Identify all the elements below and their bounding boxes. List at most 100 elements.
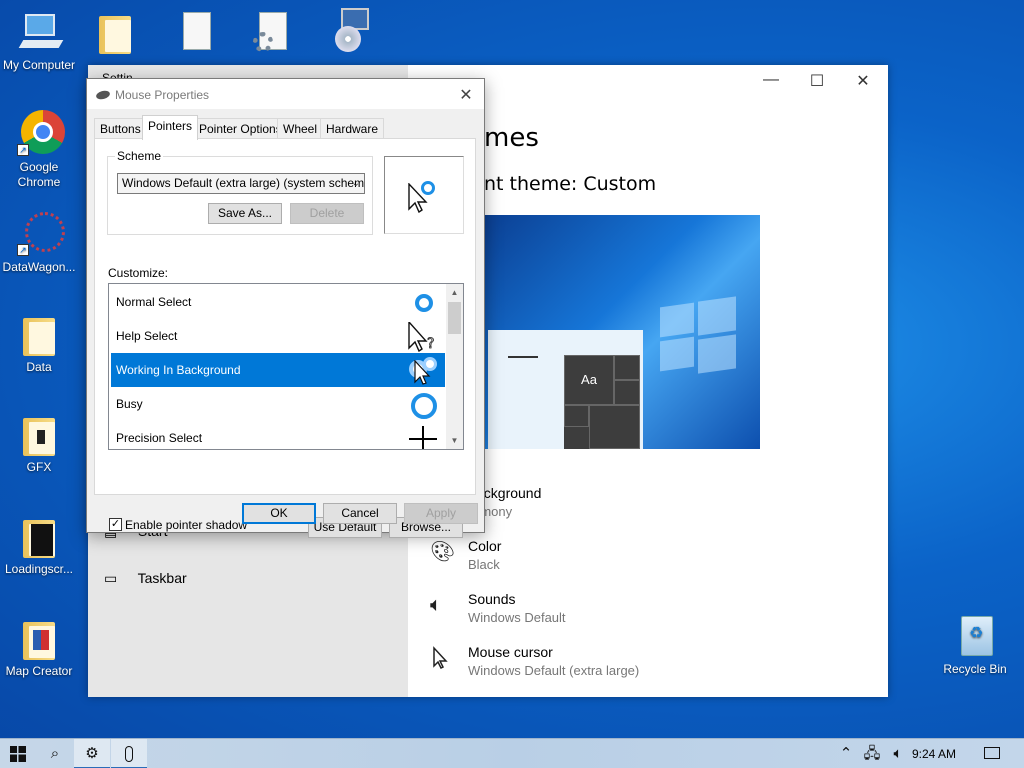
chevron-up-icon[interactable]: ⌃ bbox=[834, 739, 858, 768]
search-icon[interactable]: ⌕ bbox=[37, 739, 73, 768]
cursor-icon bbox=[430, 646, 454, 670]
settings-nav-label: Taskbar bbox=[137, 570, 187, 586]
tab-buttons[interactable]: Buttons bbox=[94, 118, 147, 139]
desktop-icon-options[interactable] bbox=[232, 8, 310, 58]
setting-title: Mouse cursor bbox=[468, 644, 553, 660]
working-cursor-icon bbox=[407, 356, 439, 385]
chevron-down-icon: ⌄ bbox=[351, 178, 360, 189]
network-icon[interactable]: 🖧︎ bbox=[860, 739, 884, 768]
desktop-icon-label: Google Chrome bbox=[17, 160, 61, 189]
desktop-icon-recycle-bin[interactable]: ♻ Recycle Bin bbox=[936, 612, 1014, 677]
notification-icon[interactable] bbox=[974, 739, 1010, 768]
pointers-tab-panel: Scheme Windows Default (extra large) (sy… bbox=[94, 138, 476, 538]
dialog-title: Mouse Properties bbox=[115, 88, 210, 102]
desktop-icon-label: Loadingscr... bbox=[4, 562, 74, 576]
cursor-name: Busy bbox=[116, 397, 143, 411]
list-scrollbar[interactable]: ▲ ▼ bbox=[446, 284, 463, 449]
ok-button[interactable]: OK bbox=[242, 503, 316, 524]
installer-icon bbox=[325, 6, 373, 54]
shortcut-arrow-icon: ↗ bbox=[17, 244, 29, 256]
desktop-icon-gfx[interactable]: GFX bbox=[0, 410, 78, 475]
folder-icon bbox=[91, 8, 139, 56]
taskbar: ⌕ ⚙ ⌃ 🖧︎ 🔈︎ 9:24 AM bbox=[0, 738, 1024, 768]
speaker-icon: 🔈︎ bbox=[430, 594, 442, 616]
tab-hardware[interactable]: Hardware bbox=[320, 118, 385, 139]
ring-icon bbox=[407, 390, 439, 419]
clock[interactable]: 9:24 AM bbox=[912, 747, 956, 761]
taskbar-settings-gear-icon[interactable]: ⚙ bbox=[74, 739, 110, 768]
desktop-icon-loadingscreen[interactable]: Loadingscr... bbox=[0, 512, 78, 577]
save-as-button[interactable]: Save As... bbox=[208, 203, 282, 224]
desktop-icon-installer[interactable] bbox=[310, 6, 388, 56]
folder-icon bbox=[15, 614, 63, 662]
scheme-select[interactable]: Windows Default (extra large) (system sc… bbox=[117, 173, 365, 194]
delete-button[interactable]: Delete bbox=[290, 203, 364, 224]
scroll-thumb[interactable] bbox=[448, 302, 461, 334]
svg-text:?: ? bbox=[427, 336, 434, 352]
preview-tiles: Aa bbox=[564, 355, 640, 449]
list-item[interactable]: Normal Select bbox=[111, 285, 445, 319]
setting-title: Color bbox=[468, 538, 502, 554]
folder-icon bbox=[15, 410, 63, 458]
maximize-button[interactable]: ☐ bbox=[794, 71, 840, 91]
start-button[interactable] bbox=[0, 739, 36, 768]
cursor-name: Normal Select bbox=[116, 295, 192, 309]
help-cursor-icon: ? bbox=[407, 320, 439, 352]
desktop-icon-label: GFX bbox=[26, 460, 52, 474]
mouse-icon bbox=[95, 89, 111, 101]
setting-subtitle: Windows Default (extra large) bbox=[468, 663, 640, 678]
desktop-icon-map-creator[interactable]: Map Creator bbox=[0, 614, 78, 679]
apply-button[interactable]: Apply bbox=[404, 503, 478, 524]
close-window-button[interactable]: ✕ bbox=[840, 71, 886, 91]
folder-icon bbox=[15, 310, 63, 358]
windows-logo-icon bbox=[660, 295, 760, 385]
chrome-icon: ↗ bbox=[15, 110, 65, 158]
folder-icon bbox=[15, 512, 63, 560]
minimize-button[interactable]: — bbox=[748, 71, 794, 89]
list-item[interactable]: Help Select ? bbox=[111, 319, 445, 353]
customize-label: Customize: bbox=[108, 266, 169, 280]
list-item[interactable]: Busy bbox=[111, 387, 445, 421]
desktop-icon-datawagon[interactable]: ↗ DataWagon... bbox=[0, 210, 78, 275]
cancel-button[interactable]: Cancel bbox=[323, 503, 397, 524]
cursor-list[interactable]: Normal Select Help Select ? Working In B… bbox=[108, 283, 464, 450]
tab-wheel[interactable]: Wheel bbox=[277, 118, 324, 139]
working-cursor-icon bbox=[407, 181, 447, 215]
scroll-up-icon[interactable]: ▲ bbox=[446, 284, 463, 301]
cursor-name: Precision Select bbox=[116, 431, 203, 445]
dialog-titlebar[interactable]: Mouse Properties ✕ bbox=[87, 79, 484, 109]
desktop-icon-label: Data bbox=[26, 360, 52, 374]
scroll-down-icon[interactable]: ▼ bbox=[446, 432, 463, 449]
desktop-icon-credits[interactable] bbox=[156, 8, 234, 58]
tab-pointers[interactable]: Pointers bbox=[142, 115, 199, 140]
taskbar-mouse-icon[interactable] bbox=[111, 739, 147, 768]
list-item-selected[interactable]: Working In Background bbox=[111, 353, 445, 387]
computer-icon bbox=[15, 8, 64, 56]
desktop-icon-my-computer[interactable]: My Computer bbox=[0, 8, 78, 73]
cursor-name: Working In Background bbox=[116, 363, 241, 377]
preview-tile-text: Aa bbox=[564, 355, 614, 405]
shadow-label[interactable]: Enable pointer shadow bbox=[125, 518, 247, 532]
desktop-icon-label: Recycle Bin bbox=[943, 662, 1007, 676]
setting-subtitle: Windows Default bbox=[468, 610, 566, 625]
volume-icon[interactable]: 🔈︎ bbox=[886, 739, 910, 768]
desktop-icon-label: DataWagon... bbox=[2, 260, 76, 274]
desktop-icon-save[interactable] bbox=[76, 8, 154, 58]
close-icon[interactable]: ✕ bbox=[456, 85, 476, 105]
setting-title: Sounds bbox=[468, 591, 516, 607]
cursor-name: Help Select bbox=[116, 329, 178, 343]
desktop-icon-data[interactable]: Data bbox=[0, 310, 78, 375]
tab-pointer-options[interactable]: Pointer Options bbox=[193, 118, 288, 139]
scheme-label: Scheme bbox=[115, 149, 164, 163]
settings-nav-taskbar[interactable]: ▭ Taskbar bbox=[104, 570, 187, 587]
shortcut-arrow-icon: ↗ bbox=[17, 144, 29, 156]
document-icon bbox=[171, 8, 219, 56]
cursor-preview bbox=[384, 156, 464, 234]
desktop-icon-chrome[interactable]: ↗ Google Chrome bbox=[0, 110, 78, 190]
setting-title: ackground bbox=[476, 485, 542, 501]
list-item[interactable]: Precision Select bbox=[111, 421, 445, 449]
desktop-icon-label: Map Creator bbox=[5, 664, 73, 678]
page-title: mes bbox=[484, 123, 539, 153]
theme-preview[interactable]: Aa bbox=[464, 215, 760, 449]
shadow-checkbox[interactable]: ✓ bbox=[109, 518, 122, 531]
